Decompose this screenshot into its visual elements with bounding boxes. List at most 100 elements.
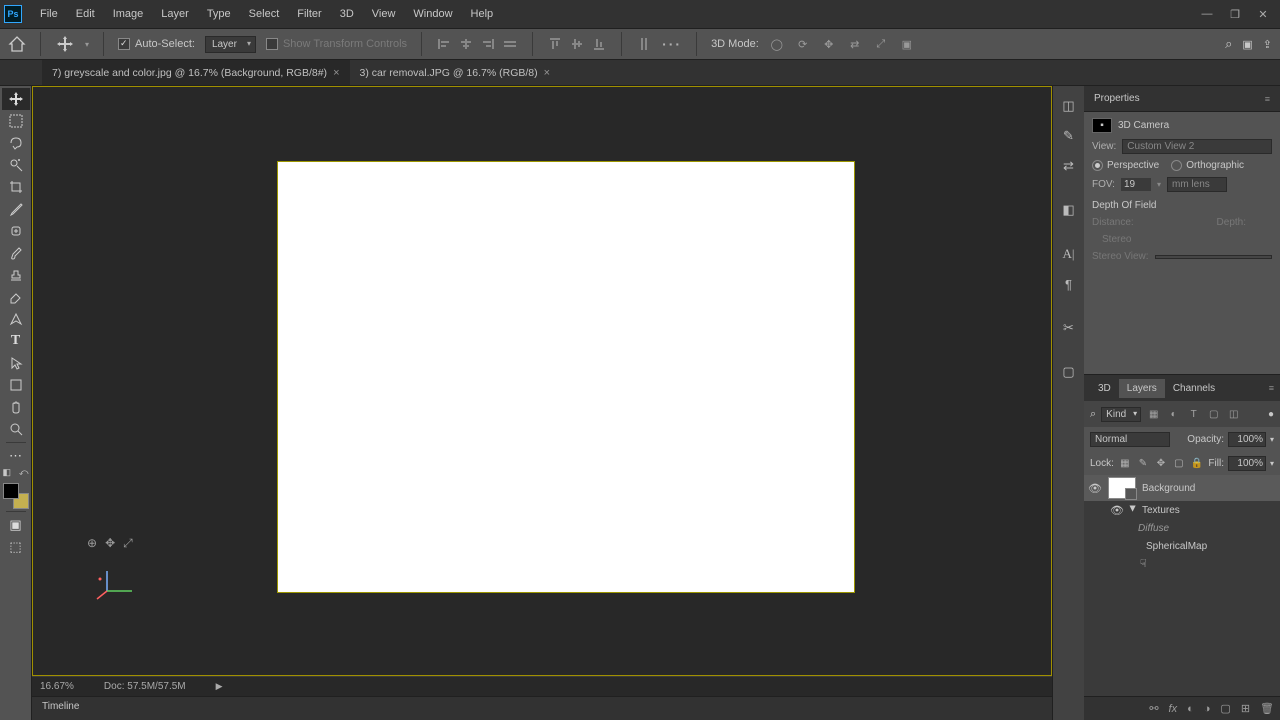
fx-icon[interactable]: fx [1169,703,1178,715]
shape-tool[interactable] [2,374,30,396]
menu-3d[interactable]: 3D [332,4,362,24]
group-icon[interactable]: ▢ [1220,702,1230,715]
blend-mode-dropdown[interactable]: Normal [1090,432,1170,447]
minimize-icon[interactable]: — [1200,7,1214,21]
nav-icon[interactable]: ▢ [1055,358,1083,386]
history-icon[interactable]: ◫ [1055,92,1083,120]
opacity-input[interactable]: 100% [1228,432,1266,447]
move-tool-icon[interactable] [55,34,75,54]
adjustment-icon[interactable]: ◑ [1204,703,1211,715]
brush-tool[interactable] [2,242,30,264]
target-icon[interactable]: ⊕ [87,536,97,551]
textures-row[interactable]: 👁 ▶ Textures [1084,501,1280,519]
auto-select-checkbox[interactable]: Auto-Select: [118,38,195,50]
caret-icon[interactable]: ▾ [1270,435,1274,444]
align-center-h-icon[interactable] [458,36,474,52]
layer-name[interactable]: Background [1142,483,1195,494]
filter-pixel-icon[interactable]: ▦ [1146,407,1161,422]
properties-tab[interactable]: Properties ≡ [1084,86,1280,112]
lock-all-icon[interactable]: 🔒 [1190,456,1204,470]
quickmask-icon[interactable]: ▣ [2,514,30,536]
camera3d-icon[interactable]: ▣ [899,36,915,52]
home-icon[interactable] [8,35,26,53]
eraser-tool[interactable] [2,286,30,308]
zoom-tool[interactable] [2,418,30,440]
perspective-radio[interactable]: Perspective [1092,160,1159,171]
menu-type[interactable]: Type [199,4,239,24]
close-icon[interactable]: × [333,67,339,79]
zoom-level[interactable]: 16.67% [40,681,74,692]
crop-tool[interactable] [2,176,30,198]
hand-tool[interactable] [2,396,30,418]
character-icon[interactable]: A| [1055,240,1083,268]
scale-icon[interactable]: ⤢ [123,536,133,551]
visibility-icon[interactable]: 👁 [1088,482,1102,495]
type-tool[interactable]: T [2,330,30,352]
visibility-icon[interactable]: 👁 [1110,504,1124,517]
menu-view[interactable]: View [364,4,404,24]
align-top-icon[interactable] [547,36,563,52]
pen-tool[interactable] [2,308,30,330]
orbit3d-icon[interactable]: ◯ [769,36,785,52]
lock-position-icon[interactable]: ✥ [1154,456,1168,470]
menu-help[interactable]: Help [463,4,502,24]
3d-ground-controls[interactable]: ⊕ ✥ ⤢ [87,536,133,551]
timeline-panel[interactable]: Timeline [32,696,1052,720]
distribute-h-icon[interactable] [502,36,518,52]
scale3d-icon[interactable]: ⤢ [873,36,889,52]
diffuse-row[interactable]: Diffuse [1084,519,1280,537]
spherical-row[interactable]: SphericalMap [1084,537,1280,555]
link-icon[interactable]: ⚯ [1149,702,1158,715]
foreground-color[interactable] [3,483,19,499]
adjustments-icon[interactable]: ⇄ [1055,152,1083,180]
slide3d-icon[interactable]: ⇄ [847,36,863,52]
align-bottom-icon[interactable] [591,36,607,52]
paragraph-icon[interactable]: ¶ [1055,270,1083,298]
close-icon[interactable]: × [544,67,550,79]
eyedropper-tool[interactable] [2,198,30,220]
filter-type-icon[interactable]: T [1186,407,1201,422]
fov-unit-dropdown[interactable]: mm lens [1167,177,1227,192]
filter-adjust-icon[interactable]: ◐ [1166,407,1181,422]
brush-icon[interactable]: ✎ [1055,122,1083,150]
fill-input[interactable]: 100% [1228,456,1266,471]
menu-select[interactable]: Select [241,4,288,24]
roll3d-icon[interactable]: ⟳ [795,36,811,52]
3d-axis-widget[interactable] [92,561,142,601]
disclosure-icon[interactable]: ▶ [1129,505,1138,515]
menu-file[interactable]: File [32,4,66,24]
menu-filter[interactable]: Filter [289,4,329,24]
stamp-tool[interactable] [2,264,30,286]
canvas-viewport[interactable]: ⊕ ✥ ⤢ [32,86,1052,676]
new-layer-icon[interactable]: ⊞ [1241,702,1250,715]
lock-transparency-icon[interactable]: ▦ [1118,456,1132,470]
menu-layer[interactable]: Layer [153,4,197,24]
pan3d-icon[interactable]: ✥ [821,36,837,52]
filter-shape-icon[interactable]: ▢ [1206,407,1221,422]
libraries-icon[interactable]: ◧ [1055,196,1083,224]
filter-smart-icon[interactable]: ◫ [1226,407,1241,422]
mask-icon[interactable]: ◐ [1187,703,1194,715]
tab-channels[interactable]: Channels [1165,379,1223,398]
share-icon[interactable]: ⇪ [1263,38,1272,51]
doc-size[interactable]: Doc: 57.5M/57.5M [104,681,186,692]
caret-icon[interactable]: ▾ [1270,459,1274,468]
layer-thumbnail[interactable] [1108,477,1136,499]
healing-tool[interactable] [2,220,30,242]
auto-select-target-dropdown[interactable]: Layer [205,36,256,53]
delete-icon[interactable]: 🗑 [1260,702,1274,715]
screenmode-icon[interactable]: ⬚ [2,536,30,558]
panel-menu-icon[interactable]: ≡ [1265,94,1270,104]
distribute-v-icon[interactable] [636,36,652,52]
lock-pixels-icon[interactable]: ✎ [1136,456,1150,470]
edit-toolbar-icon[interactable]: ⋯ [2,445,30,467]
search-icon[interactable]: ⌕ [1090,408,1096,421]
fov-caret[interactable]: ▾ [1157,180,1161,189]
move-tool[interactable] [2,88,30,110]
menu-edit[interactable]: Edit [68,4,103,24]
path-select-tool[interactable] [2,352,30,374]
align-left-icon[interactable] [436,36,452,52]
swap-default-colors[interactable]: ◧ ⤺ [3,467,29,479]
frames-icon[interactable]: ▣ [1242,38,1252,51]
view-dropdown[interactable]: Custom View 2 [1122,139,1272,154]
